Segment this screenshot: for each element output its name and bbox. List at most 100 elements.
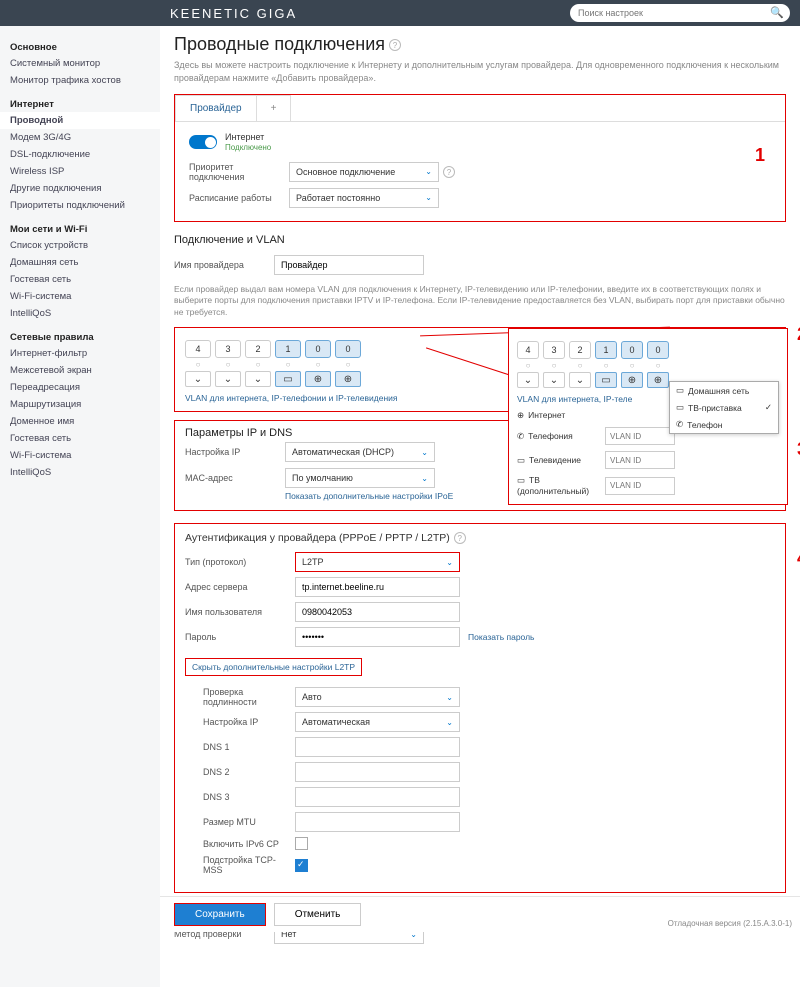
port[interactable]: 1○▭: [275, 340, 301, 387]
mac-select[interactable]: По умолчанию⌄: [285, 468, 435, 488]
popup-tv2-label: ▭ТВ(дополнительный): [517, 475, 605, 496]
sidebar-item[interactable]: Модем 3G/4G: [0, 129, 160, 146]
sidebar-item[interactable]: Монитор трафика хостов: [0, 72, 160, 89]
popup-internet-label: ⊕Интернет: [517, 410, 605, 421]
dns1-label: DNS 1: [203, 742, 295, 752]
dns1-input[interactable]: [295, 737, 460, 757]
sidebar-item[interactable]: Маршрутизация: [0, 396, 160, 413]
ipcfg2-label: Настройка IP: [203, 717, 295, 727]
brand-logo: KEENETIC GIGA: [170, 6, 297, 21]
server-input[interactable]: [295, 577, 460, 597]
sidebar-item[interactable]: Межсетевой экран: [0, 362, 160, 379]
tab-provider[interactable]: Провайдер: [175, 95, 257, 121]
auth-panel: Аутентификация у провайдера (PPPoE / PPT…: [174, 523, 786, 893]
vlan-tv-input[interactable]: [605, 451, 675, 469]
port[interactable]: 3○⌄: [543, 341, 565, 388]
port[interactable]: 4○⌄: [185, 340, 211, 387]
tab-add-provider[interactable]: +: [256, 95, 292, 121]
protocol-label: Тип (протокол): [185, 557, 295, 567]
priority-label: Приоритет подключения: [189, 162, 289, 182]
protocol-select[interactable]: L2TP⌄: [295, 552, 460, 572]
sidebar-item[interactable]: DSL-подключение: [0, 146, 160, 163]
port[interactable]: 3○⌄: [215, 340, 241, 387]
help-icon[interactable]: ?: [389, 39, 401, 51]
hide-l2tp-link[interactable]: Скрыть дополнительные настройки L2TP: [185, 658, 362, 676]
dns2-input[interactable]: [295, 762, 460, 782]
provider-name-input[interactable]: [274, 255, 424, 275]
ipv6cp-label: Включить IPv6 CP: [203, 839, 295, 849]
sidebar-item[interactable]: Интернет-фильтр: [0, 345, 160, 362]
sidebar: ОсновноеСистемный мониторМонитор трафика…: [0, 26, 160, 987]
dropdown-item[interactable]: ▭ТВ-приставка: [670, 399, 778, 416]
sidebar-item[interactable]: IntelliQoS: [0, 305, 160, 322]
help-icon[interactable]: ?: [443, 166, 455, 178]
dns3-input[interactable]: [295, 787, 460, 807]
ip-config-label: Настройка IP: [185, 447, 285, 457]
port[interactable]: 0○⊕: [335, 340, 361, 387]
sidebar-item[interactable]: Системный монитор: [0, 55, 160, 72]
search-icon[interactable]: 🔍: [770, 6, 784, 19]
tcpmss-checkbox[interactable]: [295, 859, 308, 872]
sidebar-item[interactable]: Доменное имя: [0, 413, 160, 430]
schedule-label: Расписание работы: [189, 193, 289, 203]
port[interactable]: 0○⊕: [305, 340, 331, 387]
ip-title: Параметры IP и DNS: [185, 427, 292, 439]
cancel-button[interactable]: Отменить: [274, 903, 362, 926]
sidebar-item[interactable]: Переадресация: [0, 379, 160, 396]
internet-toggle[interactable]: [189, 135, 217, 149]
sidebar-item[interactable]: IntelliQoS: [0, 464, 160, 481]
port[interactable]: 2○⌄: [569, 341, 591, 388]
help-icon[interactable]: ?: [454, 532, 466, 544]
tcpmss-label: Подстройка TCP-MSS: [203, 855, 295, 875]
ipv6cp-checkbox[interactable]: [295, 837, 308, 850]
save-button[interactable]: Сохранить: [175, 904, 265, 925]
sidebar-item[interactable]: Проводной: [0, 112, 160, 129]
port[interactable]: 1○▭: [595, 341, 617, 388]
ip-config-select[interactable]: Автоматическая (DHCP)⌄: [285, 442, 435, 462]
dropdown-item[interactable]: ✆Телефон: [670, 416, 778, 433]
vlan-hint: Если провайдер выдал вам номера VLAN для…: [174, 284, 786, 320]
port[interactable]: 2○⌄: [245, 340, 271, 387]
sidebar-item[interactable]: Гостевая сеть: [0, 430, 160, 447]
sidebar-item[interactable]: Приоритеты подключений: [0, 197, 160, 214]
dns2-label: DNS 2: [203, 767, 295, 777]
authcheck-label: Проверка подлинности: [203, 687, 295, 707]
username-label: Имя пользователя: [185, 607, 295, 617]
dns3-label: DNS 3: [203, 792, 295, 802]
sidebar-item[interactable]: Wi-Fi-система: [0, 447, 160, 464]
popup-tv-label: ▭Телевидение: [517, 455, 605, 466]
port[interactable]: 0○⊕: [647, 341, 669, 388]
dropdown-item[interactable]: ▭Домашняя сеть: [670, 382, 778, 399]
authcheck-select[interactable]: Авто⌄: [295, 687, 460, 707]
sidebar-group: Сетевые правила: [0, 328, 160, 345]
vlan-tv2-input[interactable]: [605, 477, 675, 495]
mtu-label: Размер MTU: [203, 817, 295, 827]
password-input[interactable]: [295, 627, 460, 647]
server-label: Адрес сервера: [185, 582, 295, 592]
sidebar-item[interactable]: Домашняя сеть: [0, 254, 160, 271]
sidebar-item[interactable]: Список устройств: [0, 237, 160, 254]
search-input[interactable]: [570, 4, 790, 22]
username-input[interactable]: [295, 602, 460, 622]
provider-name-label: Имя провайдера: [174, 260, 274, 270]
mtu-input[interactable]: [295, 812, 460, 832]
popup-phone-label: ✆Телефония: [517, 431, 605, 442]
show-password-link[interactable]: Показать пароль: [468, 632, 534, 642]
priority-select[interactable]: Основное подключение⌄: [289, 162, 439, 182]
sidebar-item[interactable]: Wi-Fi-система: [0, 288, 160, 305]
vlan-title: Подключение и VLAN: [174, 234, 786, 246]
password-label: Пароль: [185, 632, 295, 642]
port-role-dropdown[interactable]: ▭Домашняя сеть ▭ТВ-приставка ✆Телефон: [669, 381, 779, 434]
sidebar-item[interactable]: Гостевая сеть: [0, 271, 160, 288]
annotation-1: 1: [755, 145, 765, 166]
port[interactable]: 0○⊕: [621, 341, 643, 388]
ipoe-more-link[interactable]: Показать дополнительные настройки IPoE: [285, 491, 453, 501]
schedule-select[interactable]: Работает постоянно⌄: [289, 188, 439, 208]
sidebar-item[interactable]: Другие подключения: [0, 180, 160, 197]
port[interactable]: 4○⌄: [517, 341, 539, 388]
internet-toggle-label: Интернет Подключено: [225, 132, 271, 152]
auth-title: Аутентификация у провайдера (PPPoE / PPT…: [185, 532, 775, 544]
sidebar-item[interactable]: Wireless ISP: [0, 163, 160, 180]
vlan-phone-input[interactable]: [605, 427, 675, 445]
ipcfg2-select[interactable]: Автоматическая⌄: [295, 712, 460, 732]
